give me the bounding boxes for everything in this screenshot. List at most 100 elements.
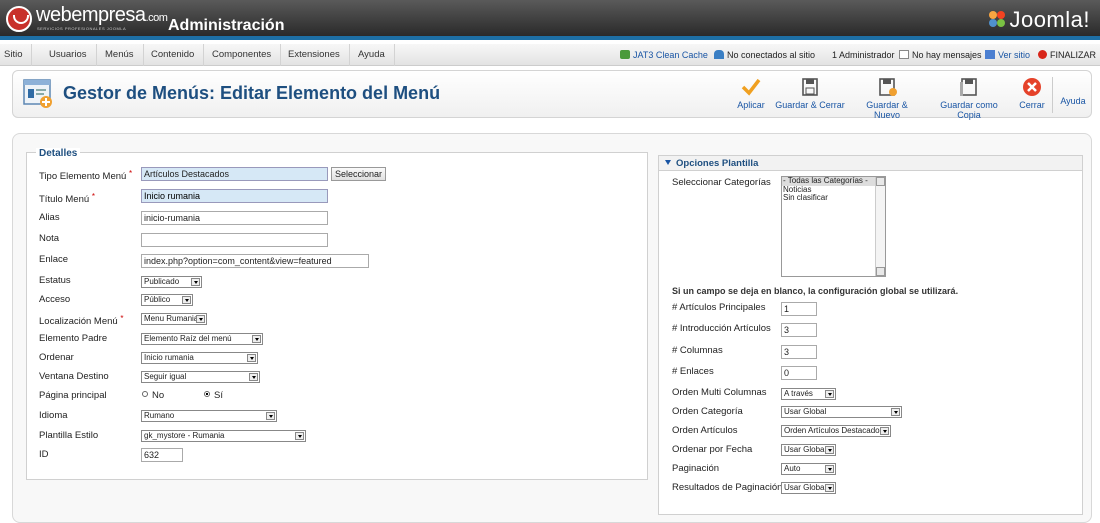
pagination-results-select[interactable]: Usar Global bbox=[781, 482, 836, 494]
status-label: Estatus bbox=[39, 275, 71, 286]
menu-usuarios[interactable]: Usuarios bbox=[40, 44, 97, 66]
radio-icon bbox=[142, 391, 148, 397]
category-order-select[interactable]: Usar Global bbox=[781, 406, 902, 418]
save-new-icon bbox=[879, 78, 897, 96]
date-order-select[interactable]: Usar Global bbox=[781, 444, 836, 456]
intro-label: # Introducción Artículos bbox=[672, 323, 771, 334]
view-site-link[interactable]: Ver sitio bbox=[985, 44, 1030, 66]
categories-listbox[interactable]: - Todas las Categorías - Noticias Sin cl… bbox=[781, 176, 886, 277]
chevron-down-icon bbox=[182, 296, 191, 304]
listbox-scrollbar[interactable] bbox=[875, 177, 885, 276]
target-window-select[interactable]: Seguir igual bbox=[141, 371, 260, 383]
home-yes-radio[interactable]: Sí bbox=[204, 390, 223, 401]
admin-menubar: Sitio Usuarios Menús Contenido Component… bbox=[0, 44, 1100, 66]
home-no-radio[interactable]: No bbox=[142, 390, 164, 401]
menu-item-type-label: Tipo Elemento Menú * bbox=[39, 169, 133, 182]
admins-status: 1 Administrador bbox=[832, 50, 895, 60]
language-select[interactable]: Rumano bbox=[141, 410, 277, 422]
menu-title-field[interactable]: Inicio rumania bbox=[141, 189, 328, 203]
ordering-select[interactable]: Inicio rumania bbox=[141, 352, 258, 364]
messages-status: No hay mensajes bbox=[899, 44, 982, 66]
chevron-down-icon bbox=[266, 412, 275, 420]
multi-column-order-select[interactable]: A través bbox=[781, 388, 836, 400]
chevron-down-icon bbox=[247, 354, 256, 362]
chevron-down-icon bbox=[191, 278, 200, 286]
article-order-label: Orden Artículos bbox=[672, 425, 738, 436]
help-button[interactable]: Ayuda bbox=[1058, 96, 1088, 132]
menu-componentes[interactable]: Componentes bbox=[203, 44, 282, 66]
menu-ayuda[interactable]: Ayuda bbox=[349, 44, 395, 66]
page-title: Gestor de Menús: Editar Elemento del Men… bbox=[63, 83, 441, 103]
checkmark-icon bbox=[741, 78, 761, 96]
joomla-logo: Joomla! bbox=[987, 7, 1090, 33]
logout-link[interactable]: FINALIZAR bbox=[1038, 44, 1096, 66]
menu-extensiones[interactable]: Extensiones bbox=[279, 44, 350, 66]
links-field[interactable]: 0 bbox=[781, 366, 817, 380]
columns-field[interactable]: 3 bbox=[781, 345, 817, 359]
chevron-down-icon bbox=[252, 335, 261, 343]
note-field[interactable] bbox=[141, 233, 328, 247]
joomla-mark-icon bbox=[989, 11, 1006, 27]
menu-title-label: Título Menú * bbox=[39, 192, 95, 205]
alias-field[interactable]: inicio-rumania bbox=[141, 211, 328, 225]
pagination-results-label: Resultados de Paginación bbox=[672, 482, 783, 493]
article-order-select[interactable]: Orden Artículos Destacados bbox=[781, 425, 891, 437]
menu-sitio[interactable]: Sitio bbox=[0, 44, 33, 66]
admin-title: Administración bbox=[168, 17, 285, 34]
multi-column-order-label: Orden Multi Columnas bbox=[672, 387, 767, 398]
header-bar: webempresa.com SERVICIOS PROFESIONALES J… bbox=[0, 0, 1100, 40]
chevron-down-icon bbox=[880, 427, 889, 435]
category-option[interactable]: Sin clasificar bbox=[782, 193, 885, 203]
links-label: # Enlaces bbox=[672, 366, 714, 377]
pagination-select[interactable]: Auto bbox=[781, 463, 836, 475]
chevron-down-icon bbox=[196, 315, 205, 323]
pagination-label: Paginación bbox=[672, 463, 720, 474]
template-style-label: Plantilla Estilo bbox=[39, 430, 99, 441]
note-label: Nota bbox=[39, 233, 60, 244]
home-label: Página principal bbox=[39, 390, 107, 401]
menu-item-type-field[interactable]: Artículos Destacados bbox=[141, 167, 328, 181]
language-label: Idioma bbox=[39, 410, 68, 421]
webempresa-logo-icon bbox=[6, 6, 32, 32]
users-icon bbox=[714, 50, 724, 59]
leading-field[interactable]: 1 bbox=[781, 302, 817, 316]
scroll-down-icon[interactable] bbox=[876, 267, 885, 276]
collapse-triangle-icon bbox=[665, 160, 671, 165]
save-close-button[interactable]: Guardar & Cerrar bbox=[775, 77, 845, 113]
cache-status[interactable]: JAT3 Clean Cache bbox=[620, 44, 708, 66]
scroll-up-icon[interactable] bbox=[876, 177, 885, 186]
close-button[interactable]: Cerrar bbox=[1017, 77, 1047, 113]
leading-label: # Artículos Principales bbox=[672, 302, 766, 313]
target-window-label: Ventana Destino bbox=[39, 371, 109, 382]
template-options-header[interactable]: Opciones Plantilla bbox=[659, 156, 1082, 171]
power-icon bbox=[1038, 50, 1047, 59]
chevron-down-icon bbox=[295, 432, 304, 440]
access-select[interactable]: Público bbox=[141, 294, 193, 306]
template-style-select[interactable]: gk_mystore - Rumania bbox=[141, 430, 306, 442]
select-type-button[interactable]: Seleccionar bbox=[331, 167, 387, 181]
parent-label: Elemento Padre bbox=[39, 333, 108, 344]
chevron-down-icon bbox=[249, 373, 258, 381]
columns-label: # Columnas bbox=[672, 345, 723, 356]
menu-contenido[interactable]: Contenido bbox=[142, 44, 205, 66]
date-order-label: Ordenar por Fecha bbox=[672, 444, 753, 455]
menu-menus[interactable]: Menús bbox=[96, 44, 144, 66]
link-field[interactable]: index.php?option=com_content&view=featur… bbox=[141, 254, 369, 268]
connected-status: No conectados al sitio bbox=[714, 44, 815, 66]
save-new-button[interactable]: Guardar & Nuevo bbox=[853, 77, 921, 120]
chevron-down-icon bbox=[825, 465, 834, 473]
alias-label: Alias bbox=[39, 212, 60, 223]
details-legend: Detalles bbox=[36, 148, 81, 159]
parent-select[interactable]: Elemento Raíz del menú bbox=[141, 333, 263, 345]
radio-selected-icon bbox=[204, 391, 210, 397]
menu-location-select[interactable]: Menu Rumania bbox=[141, 313, 207, 325]
status-select[interactable]: Publicado bbox=[141, 276, 202, 288]
recycle-icon bbox=[620, 50, 630, 59]
apply-button[interactable]: Aplicar bbox=[735, 77, 767, 113]
save-copy-button[interactable]: Guardar como Copia bbox=[928, 77, 1010, 120]
link-label: Enlace bbox=[39, 254, 69, 265]
category-order-label: Orden Categoría bbox=[672, 406, 743, 417]
intro-field[interactable]: 3 bbox=[781, 323, 817, 337]
access-label: Acceso bbox=[39, 294, 71, 305]
chevron-down-icon bbox=[825, 484, 834, 492]
